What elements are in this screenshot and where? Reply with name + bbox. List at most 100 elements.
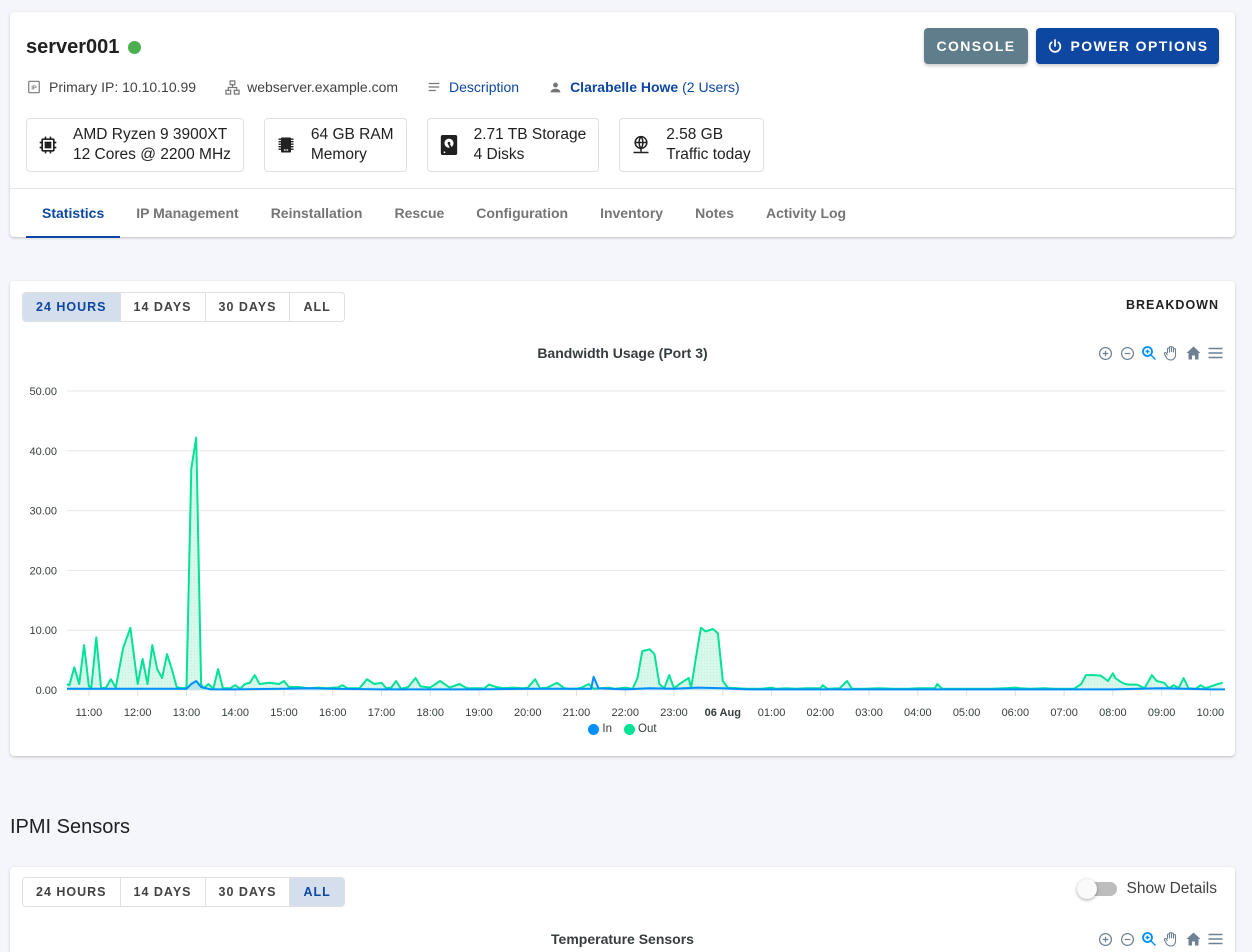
pan-hand-icon[interactable]: [1161, 930, 1181, 948]
series-line-out: [67, 438, 1223, 689]
x-tick-label: 20:00: [514, 707, 542, 719]
x-tick-label: 13:00: [173, 707, 201, 719]
spec-storage: 2.71 TB Storage4 Disks: [427, 118, 600, 172]
zoom-in-icon[interactable]: [1095, 344, 1115, 362]
x-tick-label: 23:00: [660, 707, 688, 719]
menu-icon[interactable]: [1205, 344, 1225, 362]
ipmi-range-24-hours[interactable]: 24 HOURS: [23, 878, 121, 906]
x-tick-label: 17:00: [368, 707, 396, 719]
server-tabs: Statistics IP Management Reinstallation …: [10, 188, 1235, 237]
reset-home-icon[interactable]: [1183, 344, 1203, 362]
legend-label-in: In: [602, 723, 612, 735]
legend-item-out[interactable]: Out: [624, 723, 657, 735]
spec-traffic-label: Traffic today: [666, 145, 750, 165]
hostname-text: webserver.example.com: [247, 79, 398, 95]
legend-label-out: Out: [638, 723, 657, 735]
show-details-label: Show Details: [1127, 880, 1217, 898]
y-tick-label: 0.00: [36, 685, 57, 697]
range-24-hours[interactable]: 24 HOURS: [23, 293, 121, 321]
pan-hand-icon[interactable]: [1161, 344, 1181, 362]
ipmi-range-selector: 24 HOURS 14 DAYS 30 DAYS ALL: [22, 877, 345, 907]
cpu-icon: [37, 134, 59, 156]
x-tick-label: 04:00: [904, 707, 932, 719]
tab-reinstallation[interactable]: Reinstallation: [255, 189, 379, 237]
status-indicator-icon: [128, 41, 141, 54]
x-tick-label: 10:00: [1197, 707, 1225, 719]
y-tick-label: 20.00: [29, 565, 57, 577]
zoom-in-icon[interactable]: [1095, 930, 1115, 948]
users-count-link[interactable]: (2 Users): [682, 79, 740, 95]
x-tick-label: 18:00: [416, 707, 444, 719]
legend-item-in[interactable]: In: [588, 723, 612, 735]
selection-zoom-icon[interactable]: [1139, 344, 1159, 362]
zoom-out-icon[interactable]: [1117, 344, 1137, 362]
tab-ip-management[interactable]: IP Management: [120, 189, 254, 237]
server-name: server001: [26, 36, 119, 59]
svg-text:IP: IP: [31, 86, 37, 92]
hostname: webserver.example.com: [224, 79, 398, 95]
ip-icon: IP: [26, 79, 42, 95]
network-tree-icon: [224, 79, 240, 95]
menu-icon[interactable]: [1205, 930, 1225, 948]
toggle-track[interactable]: [1081, 882, 1117, 896]
spec-traffic-amount: 2.58 GB: [666, 125, 750, 145]
power-icon: [1047, 38, 1063, 54]
description-lines-icon: [426, 79, 442, 95]
tab-activity-log[interactable]: Activity Log: [750, 189, 862, 237]
spec-cpu: AMD Ryzen 9 3900XT12 Cores @ 2200 MHz: [26, 118, 244, 172]
x-tick-label: 03:00: [855, 707, 883, 719]
spec-cpu-cores: 12 Cores @ 2200 MHz: [73, 145, 231, 165]
selection-zoom-icon[interactable]: [1139, 930, 1159, 948]
tab-inventory[interactable]: Inventory: [584, 189, 679, 237]
x-tick-label: 05:00: [953, 707, 981, 719]
tab-notes[interactable]: Notes: [679, 189, 750, 237]
zoom-out-icon[interactable]: [1117, 930, 1137, 948]
ipmi-range-14-days[interactable]: 14 DAYS: [121, 878, 206, 906]
range-30-days[interactable]: 30 DAYS: [206, 293, 291, 321]
ipmi-range-all[interactable]: ALL: [290, 878, 343, 906]
range-14-days[interactable]: 14 DAYS: [121, 293, 206, 321]
spec-storage-size: 2.71 TB Storage: [474, 125, 587, 145]
x-tick-label: 09:00: [1148, 707, 1176, 719]
x-tick-label: 12:00: [124, 707, 152, 719]
power-options-button[interactable]: POWER OPTIONS: [1036, 28, 1219, 64]
bandwidth-range-selector: 24 HOURS 14 DAYS 30 DAYS ALL: [22, 292, 345, 322]
toggle-thumb[interactable]: [1077, 879, 1097, 899]
spec-cpu-model: AMD Ryzen 9 3900XT: [73, 125, 231, 145]
breakdown-button[interactable]: BREAKDOWN: [1126, 298, 1219, 312]
user-icon: [547, 79, 563, 95]
tab-configuration[interactable]: Configuration: [460, 189, 584, 237]
x-tick-label: 22:00: [612, 707, 640, 719]
description-link[interactable]: Description: [449, 79, 519, 95]
spec-storage-disks: 4 Disks: [474, 145, 587, 165]
harddisk-icon: [438, 134, 460, 156]
y-tick-label: 10.00: [29, 625, 57, 637]
temperature-chart-toolbar: [1093, 930, 1225, 948]
spec-memory-label: Memory: [311, 145, 394, 165]
show-details-toggle[interactable]: Show Details: [1081, 880, 1217, 898]
x-tick-label: 15:00: [270, 707, 298, 719]
x-tick-label: 06:00: [1002, 707, 1030, 719]
chart-legend: In Out: [10, 723, 1235, 735]
chart-toolbar: [1093, 344, 1225, 362]
primary-ip-text: Primary IP: 10.10.10.99: [49, 79, 196, 95]
bandwidth-card: 0.0010.0020.0030.0040.0050.00 11:0012:00…: [10, 281, 1235, 756]
description[interactable]: Description: [426, 79, 519, 95]
server-title: server001: [26, 36, 141, 59]
tab-statistics[interactable]: Statistics: [26, 189, 120, 237]
temperature-chart-title: Temperature Sensors: [10, 931, 1235, 947]
server-header-card: server001 CONSOLE POWER OPTIONS IP Prima…: [10, 12, 1235, 237]
spec-row: AMD Ryzen 9 3900XT12 Cores @ 2200 MHz 64…: [26, 118, 784, 172]
owner-link[interactable]: Clarabelle Howe: [570, 79, 678, 95]
x-tick-label: 06 Aug: [705, 707, 741, 719]
reset-home-icon[interactable]: [1183, 930, 1203, 948]
x-tick-label: 14:00: [221, 707, 249, 719]
tab-rescue[interactable]: Rescue: [378, 189, 460, 237]
owner[interactable]: Clarabelle Howe (2 Users): [547, 79, 740, 95]
legend-marker-in: [588, 724, 599, 735]
console-button[interactable]: CONSOLE: [924, 28, 1028, 64]
x-tick-label: 21:00: [563, 707, 591, 719]
ipmi-range-30-days[interactable]: 30 DAYS: [206, 878, 291, 906]
spec-memory-size: 64 GB RAM: [311, 125, 394, 145]
range-all[interactable]: ALL: [290, 293, 343, 321]
